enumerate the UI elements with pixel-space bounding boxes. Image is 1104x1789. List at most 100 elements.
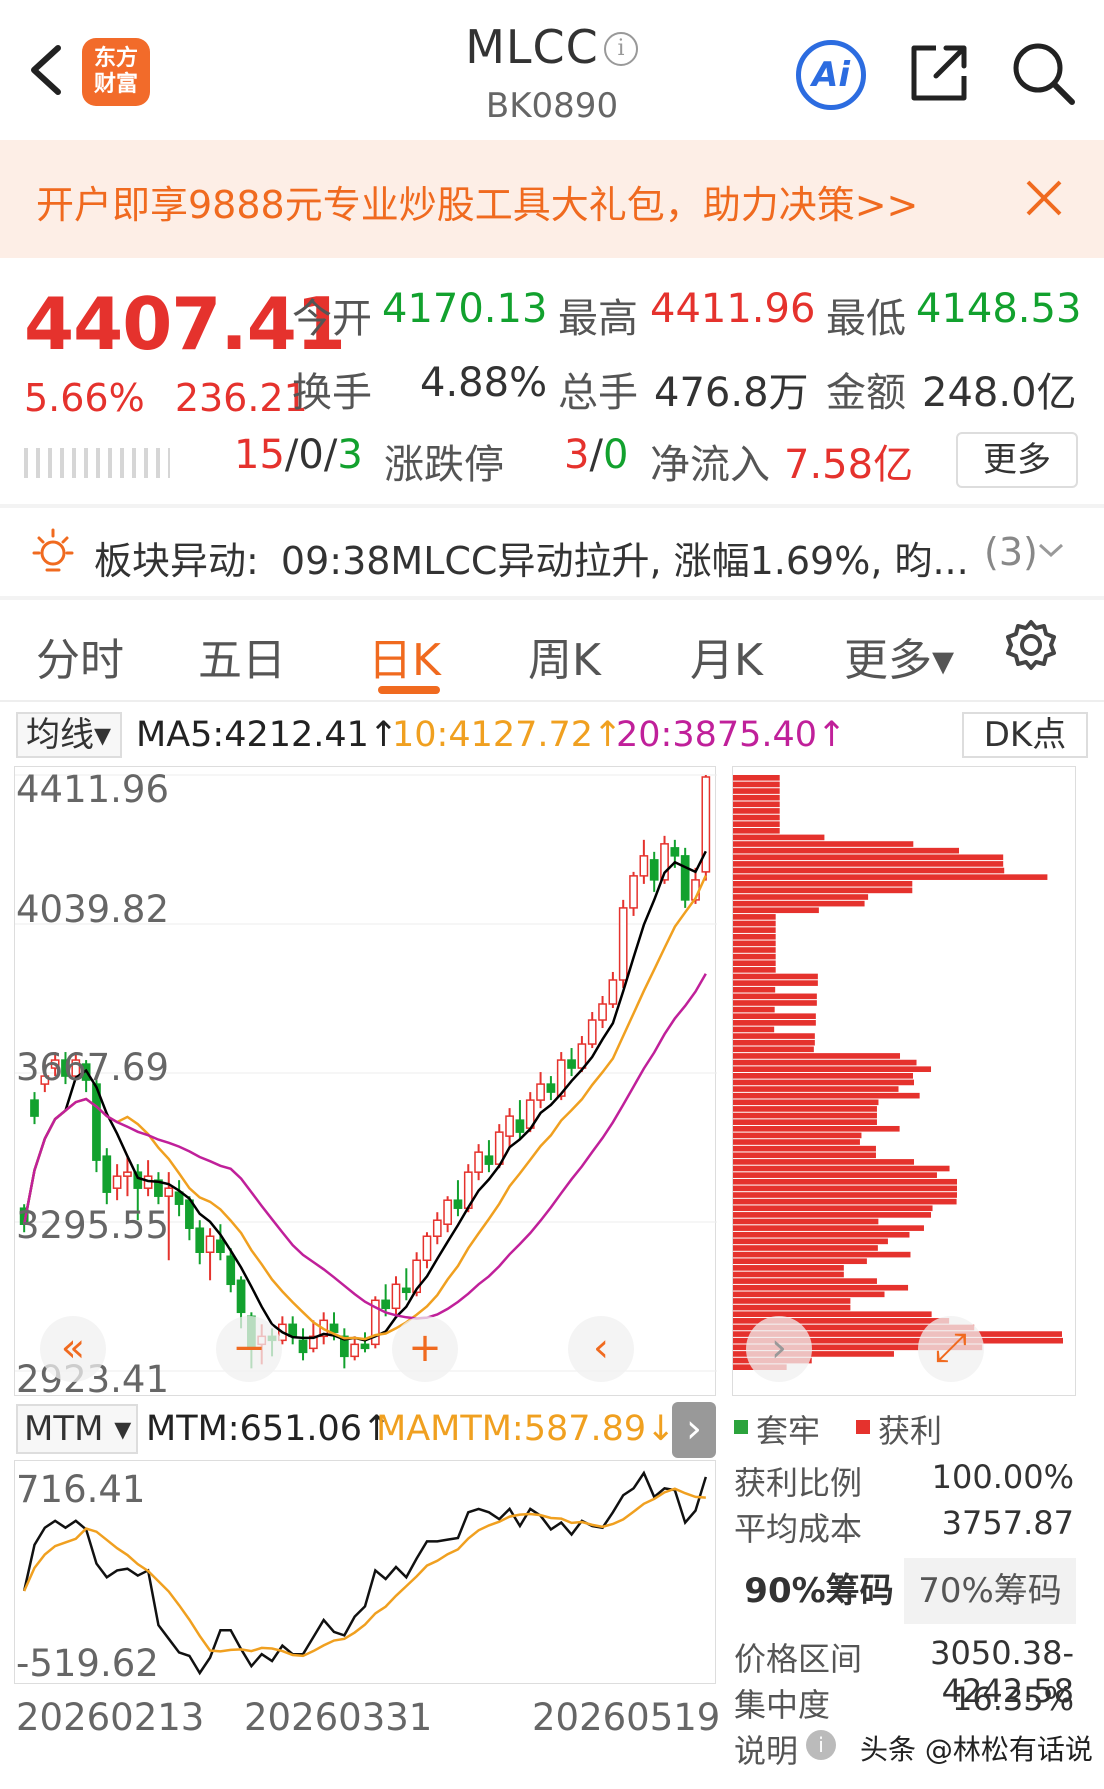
chip-bar	[733, 907, 819, 914]
avg-cost-value: 3757.87	[941, 1504, 1074, 1542]
info-icon[interactable]: i	[806, 1730, 836, 1760]
chip-bar	[733, 1192, 957, 1198]
chip-bar	[733, 1165, 950, 1172]
candle	[649, 859, 659, 881]
mtm-y-top: 716.41	[16, 1468, 146, 1511]
tab-chip-70[interactable]: 70%筹码	[904, 1558, 1076, 1624]
chip-bar	[733, 1039, 815, 1046]
candle	[515, 1119, 525, 1133]
chip-bar	[733, 1298, 851, 1304]
tab-monthly-k[interactable]: 月K	[690, 624, 763, 688]
scroll-left-button[interactable]: ‹	[568, 1316, 634, 1382]
chip-bar	[733, 1172, 937, 1178]
concentration-label: 集中度	[734, 1686, 831, 1724]
candle	[629, 875, 638, 909]
chip-bar	[733, 927, 776, 933]
price-change: 5.66% 236.21	[24, 376, 308, 420]
candle	[391, 1283, 401, 1310]
chip-bar	[733, 1079, 915, 1086]
dk-points-button[interactable]: DK点	[962, 712, 1088, 758]
net-inflow-value: 7.58亿	[784, 442, 914, 488]
mtm-indicator-select[interactable]: MTM ▾	[16, 1404, 138, 1454]
candle	[350, 1343, 360, 1358]
mtm-y-bottom: -519.62	[16, 1642, 159, 1685]
turnover-label: 换手	[292, 370, 372, 416]
ai-assistant-button[interactable]: Ai	[796, 40, 866, 110]
open-value: 4170.13	[382, 286, 548, 332]
zoom-in-button[interactable]: +	[392, 1316, 458, 1382]
close-icon[interactable]	[1020, 174, 1068, 222]
more-details-button[interactable]: 更多	[956, 432, 1078, 488]
info-icon[interactable]: i	[604, 32, 638, 66]
limit-down-count: 0	[602, 432, 629, 478]
scroll-left-fast-button[interactable]: «	[40, 1316, 106, 1382]
tab-daily-k[interactable]: 日K	[368, 624, 441, 688]
chip-bar	[733, 1006, 775, 1013]
tab-five-day[interactable]: 五日	[198, 624, 286, 688]
ma10-line	[22, 875, 707, 1341]
next-indicator-button[interactable]: ›	[672, 1402, 716, 1458]
chip-bar	[733, 1020, 816, 1026]
candle	[112, 1175, 122, 1189]
chip-bar	[733, 887, 913, 894]
chip-bar	[733, 1046, 814, 1053]
chip-bar	[733, 894, 869, 900]
gear-icon[interactable]	[1004, 618, 1058, 672]
tab-more[interactable]: 更多▾	[844, 624, 954, 688]
chip-bar	[733, 1311, 932, 1318]
tab-weekly-k[interactable]: 周K	[528, 624, 601, 688]
chip-bar	[733, 814, 780, 821]
divider	[0, 596, 1104, 600]
share-icon[interactable]	[906, 40, 972, 106]
candle	[536, 1083, 545, 1101]
candle	[329, 1323, 339, 1334]
chip-bar	[733, 1225, 924, 1231]
trapped-legend-swatch	[734, 1420, 748, 1434]
ma20-line	[22, 973, 707, 1320]
candle	[422, 1235, 432, 1262]
chip-bar	[733, 861, 1004, 867]
chip-bar	[733, 1212, 932, 1218]
profit-ratio-value: 100.00%	[931, 1458, 1074, 1496]
profit-legend-label: 获利	[878, 1412, 943, 1450]
profit-ratio-label: 获利比例	[734, 1464, 863, 1502]
chip-bar	[733, 1198, 957, 1205]
chip-bar	[733, 973, 818, 980]
chip-bar	[733, 1033, 815, 1039]
chip-bar	[733, 1086, 899, 1092]
chip-bar	[733, 914, 776, 920]
tab-chip-90[interactable]: 90%筹码	[734, 1558, 904, 1624]
candle	[546, 1083, 556, 1093]
watermark-text: 头条 @林松有话说	[860, 1733, 1093, 1766]
trapped-legend-label: 套牢	[756, 1412, 821, 1450]
sector-alert[interactable]: 板块异动: 09:38MLCC异动拉升, 涨幅1.69%, 昀...	[94, 530, 969, 585]
decline-count: 3	[337, 432, 363, 478]
chip-bar	[733, 775, 780, 781]
candle	[123, 1171, 132, 1177]
zoom-out-button[interactable]: −	[216, 1316, 282, 1382]
ma-indicator-select[interactable]: 均线▾	[16, 712, 122, 758]
candle	[484, 1155, 494, 1165]
promo-banner[interactable]: 开户即享9888元专业炒股工具大礼包，助力决策>>	[0, 140, 1104, 258]
candle	[618, 907, 628, 981]
divider	[0, 700, 1104, 702]
low-label: 最低	[826, 296, 906, 342]
search-icon[interactable]	[1010, 40, 1076, 106]
chip-bar	[733, 1013, 816, 1020]
candle	[680, 855, 690, 901]
chip-bar	[733, 1026, 775, 1033]
expand-icon[interactable]: ⤢	[918, 1316, 984, 1382]
chip-bar	[733, 1231, 910, 1238]
chip-bar	[733, 1139, 860, 1145]
candle	[567, 1059, 576, 1069]
tab-intraday[interactable]: 分时	[36, 624, 124, 688]
chip-distribution-chart[interactable]	[732, 766, 1076, 1396]
low-value: 4148.53	[916, 286, 1082, 332]
chip-bar	[733, 1152, 876, 1159]
mtm-value: MTM:651.06↑	[146, 1409, 392, 1449]
high-label: 最高	[558, 296, 638, 342]
chip-bar	[733, 1178, 957, 1185]
chip-bar	[733, 1251, 911, 1258]
chevron-down-icon[interactable]	[1036, 540, 1066, 560]
scroll-right-button[interactable]: ›	[746, 1316, 812, 1382]
